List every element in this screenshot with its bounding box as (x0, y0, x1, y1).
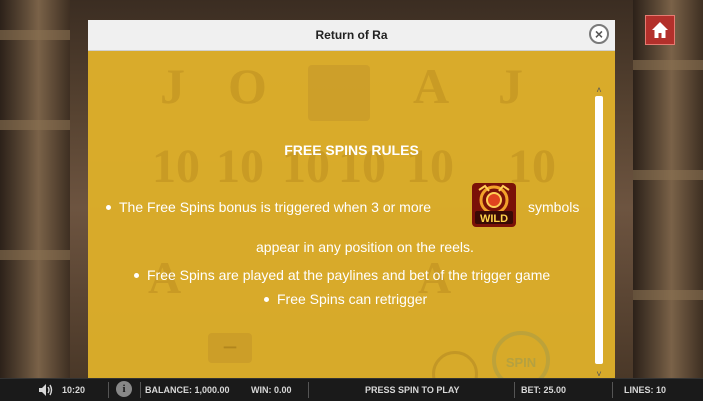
win-display: WIN: 0.00 (251, 385, 292, 395)
divider (140, 382, 141, 398)
bet-display: BET: 25.00 (521, 385, 567, 395)
modal-body: J O A J 10 10 10 10 10 10 A A − SPIN FRE… (88, 51, 615, 380)
rule-text: appear in any position on the reels. (256, 239, 474, 255)
divider (514, 382, 515, 398)
rules-heading: FREE SPINS RULES (284, 142, 419, 158)
scroll-down-arrow-icon[interactable]: ˅ (594, 370, 604, 379)
scrollbar[interactable]: ˄ ˅ (594, 82, 604, 380)
info-icon[interactable]: i (116, 381, 132, 397)
ghost-spin-button: SPIN (492, 331, 550, 380)
home-icon (652, 22, 668, 38)
ghost-symbol: O (228, 58, 267, 114)
sound-icon[interactable] (38, 383, 54, 397)
bullet (264, 296, 269, 302)
modal-header: Return of Ra × (88, 20, 615, 51)
ghost-autoplay-button (432, 351, 478, 380)
divider (612, 382, 613, 398)
scroll-up-arrow-icon[interactable]: ˄ (594, 86, 604, 95)
home-button[interactable] (645, 15, 675, 45)
left-pillar (0, 0, 70, 378)
modal-title: Return of Ra (315, 28, 388, 42)
bullet (106, 204, 111, 210)
rule-line-3: Free Spins can retrigger (264, 291, 427, 307)
bullet (134, 272, 139, 278)
status-message: PRESS SPIN TO PLAY (365, 385, 460, 395)
right-pillar (633, 0, 703, 378)
balance-display: BALANCE: 1,000.00 (145, 385, 230, 395)
paytable-modal: Return of Ra × J O A J 10 10 10 10 10 10… (88, 20, 615, 380)
ghost-symbol: J (498, 58, 523, 114)
lines-display: LINES: 10 (624, 385, 667, 395)
clock: 10:20 (62, 385, 86, 395)
ghost-portrait-symbol (308, 65, 370, 121)
ghost-symbol: A (413, 58, 450, 114)
rule-text: symbols (528, 199, 580, 215)
divider (308, 382, 309, 398)
rule-line-1: The Free Spins bonus is triggered when 3… (106, 199, 431, 215)
rule-text: Free Spins can retrigger (277, 291, 428, 307)
ghost-minus-button: − (208, 333, 252, 363)
rule-text: Free Spins are played at the paylines an… (147, 267, 551, 283)
wild-symbol-label: WILD (480, 213, 508, 225)
close-button[interactable]: × (589, 24, 609, 44)
divider (108, 382, 109, 398)
scroll-thumb[interactable] (595, 96, 603, 364)
rule-text: The Free Spins bonus is triggered when 3… (119, 199, 432, 215)
wild-symbol-icon: WILD (472, 183, 516, 227)
rule-line-2: Free Spins are played at the paylines an… (134, 267, 550, 283)
ghost-symbol: J (160, 58, 185, 114)
status-bar: 10:20 i BALANCE: 1,000.00 WIN: 0.00 PRES… (0, 378, 703, 401)
